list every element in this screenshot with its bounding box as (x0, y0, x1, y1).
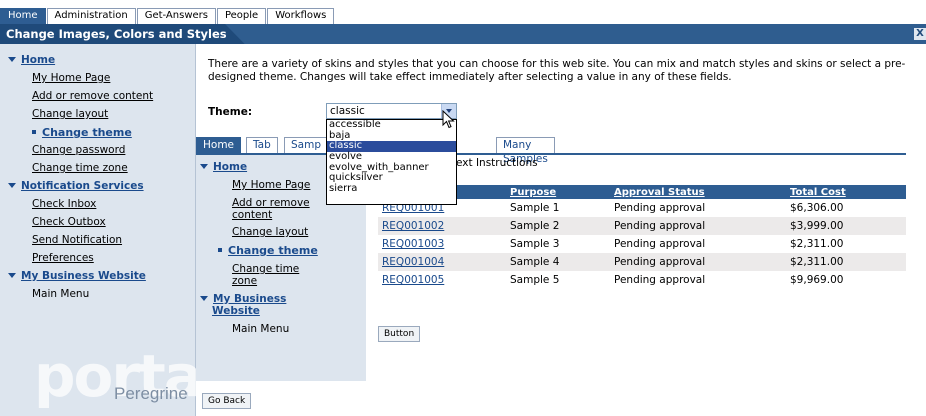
table-row: REQ001005 Sample 5 Pending approval $9,9… (378, 271, 906, 289)
tab-people[interactable]: People (216, 8, 267, 24)
portal-logo: portal Peregrine (12, 342, 221, 416)
status-cell: Pending approval (614, 238, 706, 250)
intro-text: There are a variety of skins and styles … (208, 58, 906, 83)
sidebar-item-preferences[interactable]: Preferences (32, 252, 94, 264)
preview-sidebar-change-theme[interactable]: Change theme (218, 244, 318, 257)
request-id-link[interactable]: REQ001004 (382, 256, 444, 268)
preview-sidebar-change-time-1[interactable]: Change time (232, 263, 299, 275)
top-tab-strip: Home Administration Get-Answers People W… (0, 0, 926, 24)
column-header-approval-status[interactable]: Approval Status (610, 185, 786, 199)
sidebar-item-change-layout[interactable]: Change layout (32, 108, 108, 120)
purpose-cell: Sample 2 (506, 217, 610, 235)
status-cell: Pending approval (614, 274, 706, 286)
request-id-link[interactable]: REQ001002 (382, 220, 444, 232)
title-bar: Change Images, Colors and Styles X (0, 24, 926, 44)
expanded-triangle-icon (8, 57, 16, 62)
tab-administration[interactable]: Administration (46, 8, 136, 24)
theme-option-sierra[interactable]: sierra (327, 183, 456, 195)
tab-home[interactable]: Home (0, 8, 46, 24)
expanded-triangle-icon (8, 273, 16, 278)
preview-sidebar-add-remove-1[interactable]: Add or remove (232, 197, 310, 209)
sidebar-item-my-business-website[interactable]: My Business Website (8, 270, 146, 282)
cost-cell: $2,311.00 (786, 253, 906, 271)
preview-sidebar-home[interactable]: Home (200, 161, 247, 173)
purpose-cell: Sample 5 (510, 274, 560, 286)
preview-sidebar-change-time-2[interactable]: zone (232, 275, 257, 287)
sidebar-item-add-remove-content[interactable]: Add or remove content (32, 90, 153, 102)
theme-dropdown-list: accessible baja classic evolve evolve_wi… (326, 119, 457, 205)
close-icon[interactable]: X (914, 28, 926, 40)
logo-brand: Peregrine (114, 384, 188, 403)
theme-select-value: classic (330, 105, 365, 117)
table-row: REQ001004 Sample 4 Pending approval $2,3… (378, 253, 906, 271)
sidebar-item-main-menu[interactable]: Main Menu (32, 288, 89, 300)
status-cell: Pending approval (610, 217, 786, 235)
table-row: REQ001002 Sample 2 Pending approval $3,9… (378, 217, 906, 235)
preview-tab-tab[interactable]: Tab (246, 137, 278, 153)
sidebar-item-home[interactable]: Home (8, 54, 55, 66)
tab-workflows[interactable]: Workflows (267, 8, 335, 24)
purpose-cell: Sample 4 (506, 253, 610, 271)
expanded-triangle-icon (8, 183, 16, 188)
cost-cell: $6,306.00 (790, 202, 844, 214)
request-id-link[interactable]: REQ001003 (382, 238, 444, 250)
mouse-pointer-icon (442, 110, 455, 129)
sidebar-item-send-notification[interactable]: Send Notification (32, 234, 122, 246)
sidebar-item-check-inbox[interactable]: Check Inbox (32, 198, 96, 210)
sidebar-item-change-password[interactable]: Change password (32, 144, 125, 156)
preview-instructions: ext Instructions (456, 157, 538, 169)
sidebar-item-change-time-zone[interactable]: Change time zone (32, 162, 128, 174)
purpose-cell: Sample 3 (510, 238, 560, 250)
cost-cell: $2,311.00 (790, 238, 844, 250)
sidebar: Home My Home Page Add or remove content … (0, 44, 221, 416)
preview-tab-samples[interactable]: Samp (284, 137, 328, 153)
cost-cell: $3,999.00 (786, 217, 906, 235)
cost-cell: $9,969.00 (790, 274, 844, 286)
preview-sidebar-business[interactable]: My Business (200, 293, 286, 305)
page-title: Change Images, Colors and Styles (0, 24, 245, 44)
preview-sidebar-add-remove-2[interactable]: content (232, 209, 272, 221)
expanded-triangle-icon (200, 296, 208, 301)
expanded-triangle-icon (200, 164, 208, 169)
sidebar-item-change-theme[interactable]: Change theme (32, 126, 132, 139)
preview-sidebar-business-2[interactable]: Website (212, 305, 260, 317)
preview-sidebar-change-layout[interactable]: Change layout (232, 226, 308, 238)
go-back-button[interactable]: Go Back (202, 393, 252, 409)
theme-label: Theme: (208, 106, 253, 118)
bullet-square-icon (32, 130, 36, 134)
preview-button[interactable]: Button (378, 326, 421, 342)
requests-table: Purpose Approval Status Total Cost REQ00… (378, 185, 906, 289)
status-cell: Pending approval (614, 202, 706, 214)
status-cell: Pending approval (610, 253, 786, 271)
bullet-square-icon (218, 248, 222, 252)
tab-get-answers[interactable]: Get-Answers (136, 8, 216, 24)
purpose-cell: Sample 1 (510, 202, 560, 214)
table-row: REQ001001 Sample 1 Pending approval $6,3… (378, 199, 906, 217)
table-header-row: Purpose Approval Status Total Cost (378, 185, 906, 199)
request-id-link[interactable]: REQ001005 (382, 274, 444, 286)
preview-sidebar-my-home-page[interactable]: My Home Page (232, 179, 310, 191)
table-row: REQ001003 Sample 3 Pending approval $2,3… (378, 235, 906, 253)
column-header-total-cost[interactable]: Total Cost (786, 185, 906, 199)
theme-select[interactable]: classic (326, 103, 457, 119)
sidebar-item-check-outbox[interactable]: Check Outbox (32, 216, 106, 228)
preview-tab-home[interactable]: Home (196, 137, 242, 153)
column-header-purpose[interactable]: Purpose (506, 185, 610, 199)
sidebar-item-notification-services[interactable]: Notification Services (8, 180, 144, 192)
preview-sidebar-main-menu[interactable]: Main Menu (232, 323, 289, 335)
preview-tab-many-samples[interactable]: Many Samples (496, 137, 555, 165)
sidebar-item-my-home-page[interactable]: My Home Page (32, 72, 110, 84)
